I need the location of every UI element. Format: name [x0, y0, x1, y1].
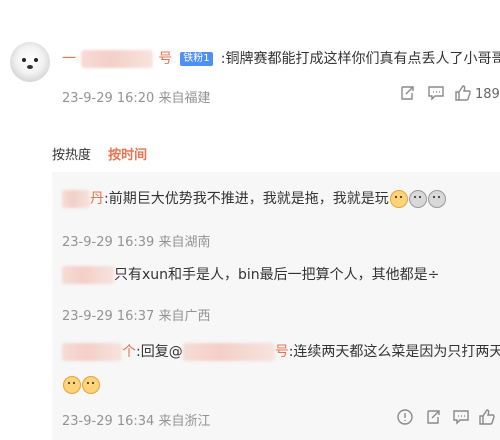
report-icon[interactable]: [396, 408, 414, 426]
tab-time[interactable]: 按时间: [108, 148, 147, 163]
reply-author-obscured[interactable]: [62, 189, 90, 208]
reply-author-obscured[interactable]: [62, 342, 122, 361]
repost-icon[interactable]: [424, 408, 442, 426]
comment-text: :铜牌赛都能打成这样你们真有点丢人了小哥哥们: [220, 51, 500, 67]
face-emoji: [408, 189, 427, 208]
commenter-name-prefix[interactable]: 一: [62, 51, 76, 67]
face-emoji: [427, 189, 446, 208]
sort-tabs: 按热度 按时间: [52, 144, 159, 163]
reply-prefix: :回复@: [136, 344, 183, 360]
reply-author-tail[interactable]: 丹: [90, 191, 104, 207]
reply-text: 只有xun和手是人，bin最后一把算个人，其他都是÷: [114, 267, 440, 283]
fan-badge[interactable]: 铁粉1: [180, 51, 213, 66]
comment-meta: 23-9-29 16:20 来自福建: [62, 91, 211, 106]
reply-meta: 23-9-29 16:34 来自浙江: [62, 414, 211, 429]
comment-icon[interactable]: [452, 408, 470, 426]
reply-meta: 23-9-29 16:37 来自广西: [62, 309, 211, 324]
like-count: 189: [475, 87, 500, 102]
cry-emoji: [82, 375, 100, 394]
like-icon[interactable]: [454, 84, 472, 102]
reply-target-tail[interactable]: 号: [275, 344, 289, 360]
reply-target-obscured[interactable]: [182, 342, 275, 361]
like-icon[interactable]: [478, 408, 496, 426]
commenter-name-obscured[interactable]: [81, 49, 154, 68]
comment-icon[interactable]: [427, 84, 445, 102]
reply-author-obscured[interactable]: [62, 265, 114, 284]
tab-hot[interactable]: 按热度: [52, 148, 91, 163]
commenter-name-tail[interactable]: 号: [158, 51, 172, 67]
reply-text: :前期巨大优势我不推进，我就是拖，我就是玩: [104, 191, 389, 207]
cry-emoji: [63, 375, 81, 394]
repost-icon[interactable]: [398, 84, 416, 102]
reply-author-tail[interactable]: 个: [122, 344, 136, 360]
reply-text: :连续两天都这么菜是因为只打两天: [288, 344, 500, 360]
reply-meta: 23-9-29 16:39 来自湖南: [62, 235, 211, 250]
cry-emoji: [389, 189, 408, 208]
avatar[interactable]: [10, 42, 50, 82]
